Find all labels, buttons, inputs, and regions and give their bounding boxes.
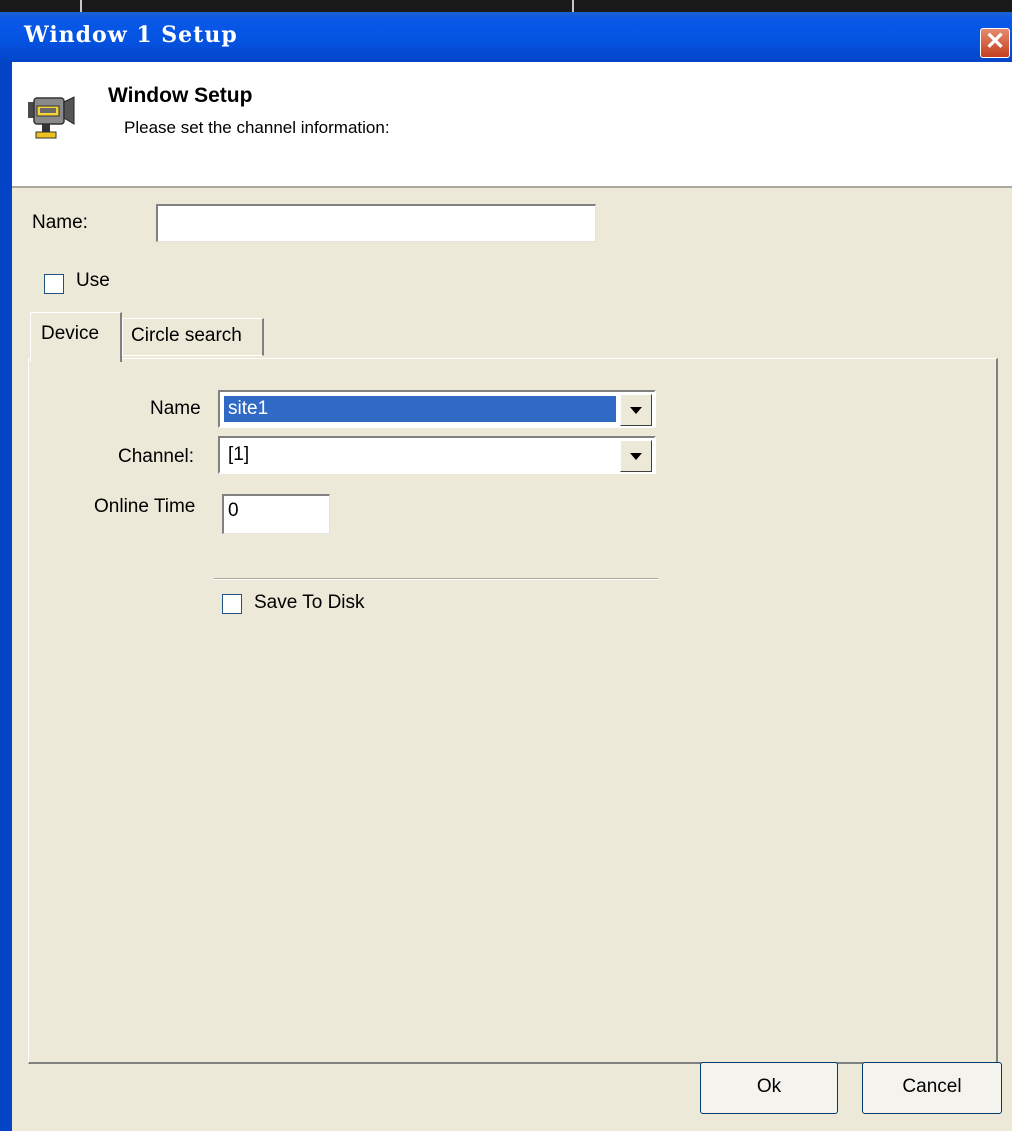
tab-circle-search-label: Circle search [131,325,242,346]
header-title: Window Setup [108,84,253,107]
online-time-input[interactable]: 0 [222,494,330,534]
use-label: Use [76,270,110,291]
use-checkbox[interactable] [44,274,64,294]
window-setup-dialog: Window 1 Setup ✕ Window Setup Please set… [0,12,1012,1131]
header-subtitle: Please set the channel information: [124,118,390,137]
separator [214,578,658,580]
close-icon: ✕ [984,28,1006,55]
background-strip [0,0,1012,12]
device-name-value: site1 [223,395,617,423]
dialog-header: Window Setup Please set the channel info… [12,62,1012,188]
close-button[interactable]: ✕ [980,28,1010,58]
online-time-label: Online Time [94,496,196,517]
device-name-select[interactable]: site1 [218,390,656,428]
name-label: Name: [32,212,88,233]
name-input[interactable] [156,204,596,242]
strip-divider [572,0,574,12]
dialog-border [0,62,12,1131]
device-name-label: Name [150,398,201,419]
ok-button[interactable]: Ok [700,1062,838,1114]
tab-circle-search[interactable]: Circle search [122,318,264,356]
channel-value: [1] [228,444,250,465]
camera-icon [28,96,75,139]
strip-divider [80,0,82,12]
save-to-disk-checkbox[interactable] [222,594,242,614]
save-to-disk-label: Save To Disk [254,592,365,613]
tab-device-label: Device [41,323,100,344]
window-title: Window 1 Setup [24,22,238,48]
title-bar[interactable]: Window 1 Setup ✕ [0,12,1012,62]
chevron-down-icon[interactable] [620,440,652,472]
cancel-button[interactable]: Cancel [862,1062,1002,1114]
tab-device[interactable]: Device [30,312,122,362]
channel-select[interactable]: [1] [218,436,656,474]
chevron-down-icon[interactable] [620,394,652,426]
channel-label: Channel: [118,446,195,467]
